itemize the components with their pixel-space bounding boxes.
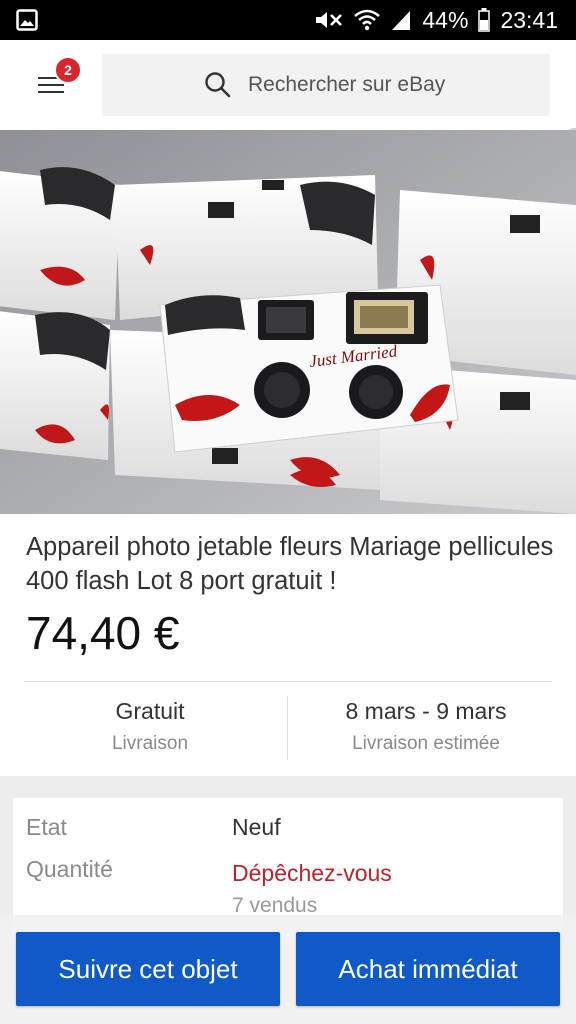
quantity-urgency: Dépêchez-vous [232,860,392,886]
mute-icon [314,9,344,31]
camera-box [0,311,110,460]
quantity-label: Quantité [26,856,113,882]
product-price: 74,40 € [26,607,180,659]
search-input[interactable] [248,73,508,97]
shipping-cost: Gratuit Livraison [18,698,282,755]
delivery-estimate-value: 8 mars - 9 mars [345,698,507,724]
product-image[interactable]: Just Married [0,130,576,514]
menu-icon-bar [38,84,64,86]
signal-icon [390,9,412,31]
shipping-cost-label: Livraison [111,733,189,754]
search-icon [204,71,232,99]
delivery-estimate: 8 mars - 9 mars Livraison estimée [294,698,558,755]
battery-percent: 44% [422,6,469,33]
shipping-cost-value: Gratuit [115,698,185,724]
vertical-divider [287,696,288,760]
clock: 23:41 [500,6,558,33]
app-header: 2 [0,40,576,262]
camera-box [0,167,120,320]
divider [24,681,552,682]
menu-icon-bar [38,91,64,93]
delivery-estimate-label: Livraison estimée [352,733,500,754]
search-bar[interactable] [102,54,550,116]
battery-icon [478,8,491,32]
status-bar: 44% 23:41 [0,0,576,40]
watch-button[interactable]: Suivre cet objet [16,932,280,1006]
buy-now-button[interactable]: Achat immédiat [296,932,560,1006]
notification-badge: 2 [54,56,82,84]
condition-label: Etat [26,814,67,840]
product-title: Appareil photo jetable fleurs Mariage pe… [26,533,554,595]
gallery-icon [16,9,38,36]
wifi-icon [354,9,381,31]
condition-value: Neuf [232,814,281,840]
